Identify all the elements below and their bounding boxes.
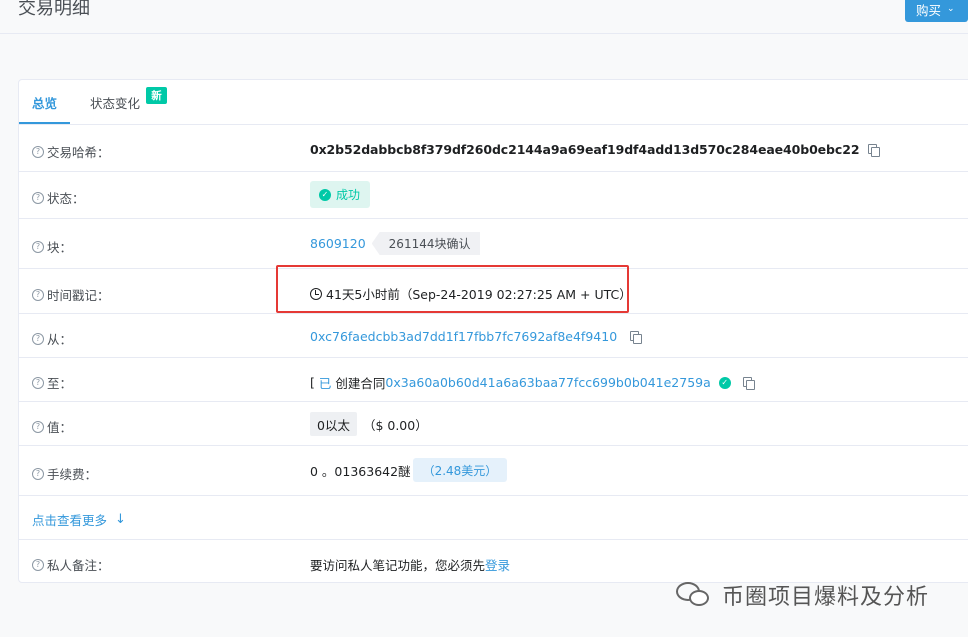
tx-hash-label-text: 交易哈希： [47,145,110,160]
value-label: ? 值： [32,417,72,436]
show-more-link[interactable]: 点击查看更多 ↓ [32,510,126,529]
help-icon[interactable]: ? [32,240,44,253]
help-icon[interactable]: ? [32,332,44,345]
value-label-text: 值： [47,420,73,435]
verified-check-icon: ✓ [718,376,731,389]
confirmations-badge: 261144块确认 [371,232,481,255]
fee-usd-badge: （2.48美元） [412,458,508,482]
tab-overview[interactable]: 总览 [32,93,57,112]
help-icon[interactable]: ? [32,558,44,571]
to-prefix: [ [310,375,315,390]
page-header: 交易明细 购买 ⌄ [0,0,968,34]
help-icon[interactable]: ? [32,420,44,433]
value-usd: （$ 0.00） [362,417,428,433]
fee-value: 0 。01363642醚 （2.48美元） [310,458,508,482]
active-tab-indicator [19,122,70,124]
private-note-label-text: 私人备注： [47,558,110,573]
transaction-card: 总览 状态变化 新 ? 交易哈希： 0x2b52dabbcb8f379df260… [18,79,968,583]
status-label: ? 状态： [32,188,85,207]
login-link[interactable]: 登录 [485,555,510,574]
to-label-text: 至： [47,376,73,391]
copy-icon[interactable] [630,330,643,344]
value-amount: 0以太 [310,412,357,436]
from-row: ? 从： 0xc76faedcbb3ad7dd1f17fbb7fc7692af8… [19,314,968,358]
copy-icon[interactable] [868,143,881,157]
watermark: 币圈项目爆料及分析 [676,579,929,611]
help-icon[interactable]: ? [32,376,44,389]
wechat-icon [676,580,714,610]
to-value: [ 已 创建合同 0x3a60a0b60d41a6a63baa77fcc699b… [310,373,755,392]
help-icon[interactable]: ? [32,467,44,480]
help-icon[interactable]: ? [32,191,44,204]
status-badge: ✓ 成功 [310,181,371,208]
check-circle-icon: ✓ [319,188,331,201]
timestamp-label-text: 时间戳记： [47,288,110,303]
from-value: 0xc76faedcbb3ad7dd1f17fbb7fc7692af8e4f94… [310,329,643,344]
buy-button[interactable]: 购买 ⌄ [905,0,968,22]
chevron-down-icon: ⌄ [947,4,955,14]
help-icon[interactable]: ? [32,145,44,158]
status-label-text: 状态： [47,191,85,206]
buy-button-label: 购买 [916,2,942,18]
watermark-text: 币圈项目爆料及分析 [722,585,930,610]
created-text: 创建合同 [335,376,386,391]
private-note-label: ? 私人备注： [32,555,110,574]
private-note-row: ? 私人备注： 要访问私人笔记功能，您必须先 登录 [19,540,968,584]
more-row: 点击查看更多 ↓ [19,496,968,540]
from-label-text: 从： [47,332,73,347]
tab-bar: 总览 状态变化 新 [19,80,968,125]
fee-label-text: 手续费： [47,467,98,482]
fee-row: ? 手续费： 0 。01363642醚 （2.48美元） [19,446,968,496]
fee-amount: 0 。01363642醚 [310,463,411,479]
contract-address-link[interactable]: 0x3a60a0b60d41a6a63baa77fcc699b0b041e275… [385,375,710,390]
status-value: ✓ 成功 [310,181,371,208]
arrow-down-icon: ↓ [115,512,126,527]
new-badge: 新 [146,87,167,104]
created-marker: 已 [318,376,332,391]
show-more-label: 点击查看更多 [32,513,108,528]
help-icon[interactable]: ? [32,288,44,301]
tx-hash-row: ? 交易哈希： 0x2b52dabbcb8f379df260dc2144a9a6… [19,125,968,172]
fee-label: ? 手续费： [32,464,97,483]
page-title: 交易明细 [18,0,90,19]
value-row: ? 值： 0以太 （$ 0.00） [19,402,968,446]
timestamp-label: ? 时间戳记： [32,285,110,304]
tx-hash: 0x2b52dabbcb8f379df260dc2144a9a69eaf19df… [310,142,860,157]
private-note-text: 要访问私人笔记功能，您必须先 [310,558,486,573]
block-label-text: 块： [47,240,73,255]
tab-state-change[interactable]: 状态变化 [90,93,140,112]
private-note-value: 要访问私人笔记功能，您必须先 登录 [310,555,510,574]
from-label: ? 从： [32,329,72,348]
value-value: 0以太 （$ 0.00） [310,412,428,436]
red-highlight-box [276,265,629,313]
tx-hash-label: ? 交易哈希： [32,142,110,161]
copy-icon[interactable] [742,376,755,390]
block-number-link[interactable]: 8609120 [310,236,366,251]
status-text: 成功 [336,188,361,202]
status-row: ? 状态： ✓ 成功 [19,172,968,219]
block-label: ? 块： [32,237,72,256]
tx-hash-value: 0x2b52dabbcb8f379df260dc2144a9a69eaf19df… [310,142,881,157]
block-value: 8609120 261144块确认 [310,232,481,255]
block-row: ? 块： 8609120 261144块确认 [19,219,968,269]
to-label: ? 至： [32,373,72,392]
from-address-link[interactable]: 0xc76faedcbb3ad7dd1f17fbb7fc7692af8e4f94… [310,329,617,344]
to-row: ? 至： [ 已 创建合同 0x3a60a0b60d41a6a63baa77fc… [19,358,968,402]
